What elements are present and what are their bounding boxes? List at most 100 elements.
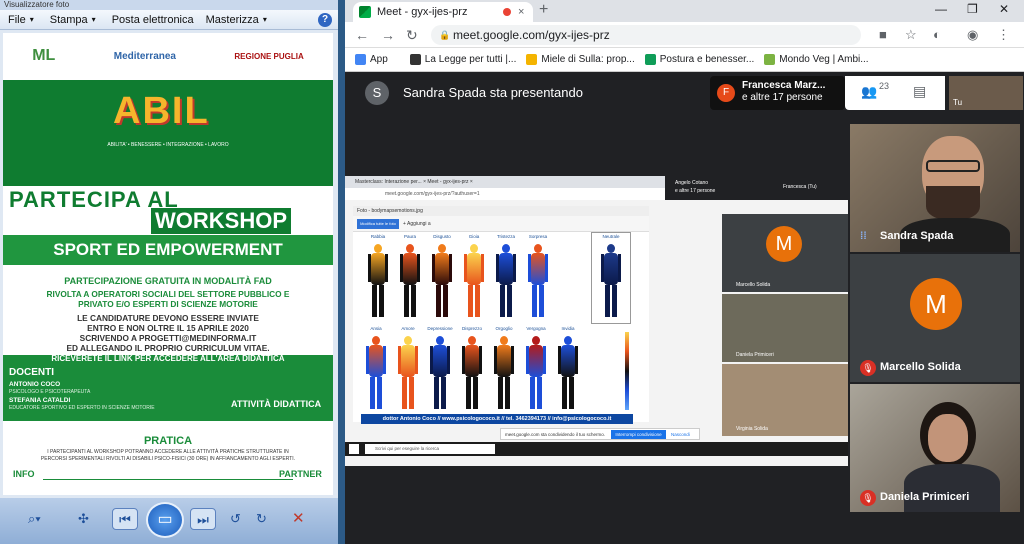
shared-name-virginia: Virginia Solida: [736, 426, 768, 432]
body-figure-bottom-1: [398, 336, 418, 420]
emotion-label-top-2: Disgusto: [433, 234, 451, 239]
presenter-text: Sandra Spada sta presentando: [403, 85, 583, 100]
account-icon[interactable]: ◉: [967, 27, 978, 43]
poster-logo-row: ML Mediterranea REGIONE PUGLIA: [3, 33, 333, 79]
bodymap-photo-window: Foto - bodymapsemotions.jpg Modifica tut…: [353, 206, 649, 424]
close-icon[interactable]: ×: [518, 2, 524, 22]
poster-banner: ABIL ABILITA' • BENESSERE • INTEGRAZIONE…: [3, 80, 333, 186]
people-icon[interactable]: 👥: [861, 84, 877, 100]
abil-logo: ABIL: [113, 90, 210, 132]
bookmark-postura[interactable]: Postura e benesser...: [644, 54, 754, 65]
chat-icon[interactable]: ▤: [913, 83, 926, 100]
bookmark-miele[interactable]: Miele di Sulla: prop...: [526, 54, 635, 65]
back-icon[interactable]: ←: [355, 27, 369, 43]
forward-icon[interactable]: →: [381, 27, 395, 43]
shared-screen: Masterclass: Interazione per... × Meet -…: [345, 176, 848, 466]
presenter-bar: S Sandra Spada sta presentando F Frances…: [345, 72, 1024, 112]
name-marcello: Marcello Solida: [880, 361, 961, 373]
shared-name-daniela: Daniela Primiceri: [736, 352, 774, 358]
mic-off-icon: 🎙: [860, 360, 876, 376]
tab-title: Meet - gyx-ijes-prz: [377, 6, 468, 18]
rotate-right-icon[interactable]: ↻: [256, 508, 267, 530]
name-daniela: Daniela Primiceri: [880, 491, 970, 503]
tile-sandra: ⁞⁞ Sandra Spada: [850, 124, 1020, 252]
stop-sharing-button[interactable]: Interrompi condivisione: [611, 430, 666, 439]
heart-icon: [644, 54, 656, 65]
chevron-down-icon: ▾: [262, 15, 267, 24]
shared-tile-daniela: Daniela Primiceri: [722, 294, 848, 362]
shared-participant-tiles: M Marcello Solida Daniela Primiceri Virg…: [722, 214, 848, 436]
help-icon[interactable]: ?: [318, 13, 332, 27]
menu-file[interactable]: File: [8, 14, 26, 26]
poster-sport-title: SPORT ED EMPOWERMENT: [3, 235, 333, 265]
recording-icon: [503, 8, 511, 16]
maximize-button[interactable]: ❐: [967, 2, 978, 16]
minimize-button[interactable]: —: [935, 2, 947, 16]
zoom-icon[interactable]: ⌕▾: [28, 508, 41, 530]
color-scale: [625, 332, 629, 410]
reload-icon[interactable]: ↻: [406, 27, 418, 44]
body-figure-top-4: [496, 244, 516, 328]
poster-cand-3: SCRIVENDO A PROGETTI@MEDINFORMA.IT: [79, 333, 257, 343]
lock-icon: 🔒: [439, 30, 451, 40]
poster-rivolta-2: PRIVATO E/O ESPERTI DI SCIENZE MOTORIE: [78, 299, 258, 309]
edit-photos-button[interactable]: Modifica tutte le foto: [357, 219, 399, 229]
previous-icon[interactable]: ⏮: [112, 508, 138, 530]
menu-email[interactable]: Posta elettronica: [112, 14, 194, 26]
emotion-label-bottom-6: Invidia: [561, 326, 575, 331]
bookmark-apps[interactable]: App: [355, 54, 388, 65]
bookmark-legge[interactable]: La Legge per tutti |...: [409, 54, 516, 65]
star-icon[interactable]: ☆: [905, 27, 917, 43]
more-icon[interactable]: ⋮: [997, 27, 1010, 43]
ml-logo: ML: [32, 47, 56, 64]
body-figure-bottom-6: [558, 336, 578, 420]
meet-content: S Sandra Spada sta presentando F Frances…: [345, 72, 1024, 544]
address-bar[interactable]: 🔒 meet.google.com/gyx-ijes-prz: [431, 25, 861, 45]
tile-daniela: 🎙 Daniela Primiceri: [850, 384, 1020, 512]
self-label: Tu: [953, 98, 963, 107]
emotion-label-bottom-2: Depressione: [427, 326, 453, 331]
camera-icon[interactable]: ■: [879, 27, 887, 42]
poster-info: INFO: [13, 469, 35, 479]
meet-icon: [359, 6, 371, 18]
body-figure-bottom-0: [366, 336, 386, 420]
windows-icon: [349, 444, 359, 454]
add-to-button[interactable]: + Aggiungi a: [403, 219, 431, 229]
chevron-down-icon: ▾: [91, 15, 96, 24]
hide-button[interactable]: Nascondi: [671, 429, 690, 441]
menu-print[interactable]: Stampa: [50, 14, 88, 26]
speaking-icon: ⁞⁞: [860, 231, 867, 242]
body-figure-top-0: [368, 244, 388, 328]
poster-pratica-1: I PARTECIPANTI AL WORKSHOP POTRANNO ACCE…: [47, 449, 289, 455]
window-close-button[interactable]: ✕: [999, 2, 1009, 16]
mediterranea-logo: Mediterranea: [113, 50, 176, 62]
shared-name-marcello: Marcello Solida: [736, 282, 771, 288]
rotate-left-icon[interactable]: ↺: [230, 508, 241, 530]
url-text: meet.google.com/gyx-ijes-prz: [453, 28, 610, 42]
sandra-beard: [926, 186, 980, 220]
bookmark-mondo-veg[interactable]: Mondo Veg | Ambi...: [764, 54, 869, 65]
taskbar-search: Scrivi qui per eseguire la ricerca: [365, 444, 495, 454]
menu-burn[interactable]: Masterizza: [206, 14, 259, 26]
mic-off-icon: 🎙: [860, 490, 876, 506]
leaf-icon: [764, 54, 776, 65]
actual-size-icon[interactable]: ✣: [78, 508, 89, 530]
meet-controls: 👥 23 ▤: [845, 76, 945, 110]
participants-summary[interactable]: F Francesca Marz... e altre 17 persone: [710, 76, 845, 110]
extension-icon[interactable]: ◐: [933, 27, 941, 42]
photo-credit: dottor Antonio Coco // www.psicologococo…: [361, 414, 633, 424]
shared-tile-marcello: M Marcello Solida: [722, 214, 848, 292]
poster-doc2-role: EDUCATORE SPORTIVO ED ESPERTO IN SCIENZE…: [9, 405, 155, 411]
poster-docenti: DOCENTI: [9, 367, 54, 378]
slideshow-button[interactable]: ▭: [146, 502, 184, 538]
body-figure-bottom-5: [526, 336, 546, 420]
delete-icon[interactable]: ✕: [292, 508, 305, 530]
new-tab-button[interactable]: +: [539, 1, 548, 19]
next-icon[interactable]: ⏭: [190, 508, 216, 530]
tab-meet[interactable]: Meet - gyx-ijes-prz ×: [353, 2, 533, 22]
poster-doc1-role: PSICOLOGO E PSICOTERAPEUTA: [9, 389, 91, 395]
emotion-label-top-4: Tristezza: [496, 234, 516, 239]
poster-partner: PARTNER: [279, 469, 322, 479]
emotion-label-top-3: Gioia: [468, 234, 480, 239]
participant-avatar: F: [717, 84, 735, 102]
